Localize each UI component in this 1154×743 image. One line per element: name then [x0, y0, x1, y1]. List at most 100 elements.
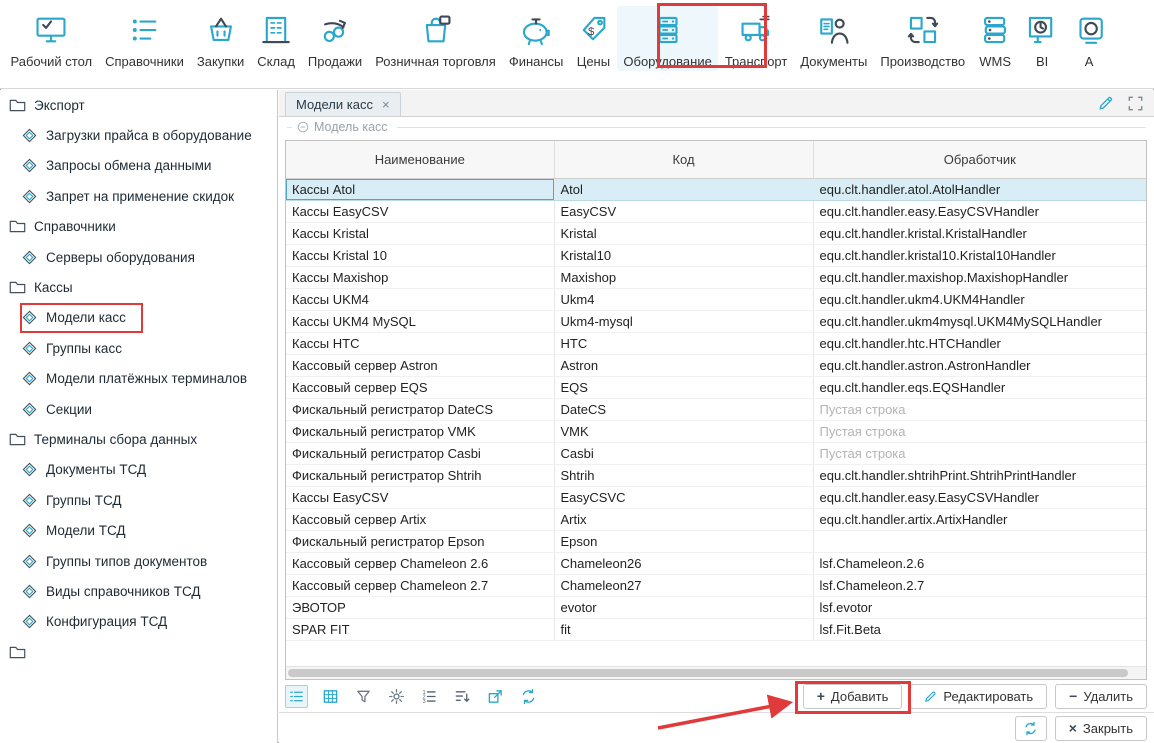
column-header[interactable]: Наименование: [286, 141, 554, 179]
table-row[interactable]: Кассы EasyCSVEasyCSVCequ.clt.handler.eas…: [286, 487, 1146, 509]
table-row[interactable]: Кассы MaxishopMaxishopequ.clt.handler.ma…: [286, 267, 1146, 289]
toolbar-item-prices[interactable]: $Цены: [570, 6, 617, 71]
tree-item-tsd-directory-types[interactable]: Виды справочников ТСД: [0, 576, 277, 606]
pencil-icon: [924, 690, 937, 703]
tree-item-cash-register-groups[interactable]: Группы касс: [0, 333, 277, 363]
table-cell: Shtrih: [554, 465, 813, 487]
toolbar-item-desktop[interactable]: Рабочий стол: [4, 6, 99, 71]
toolbar-item-directories[interactable]: Справочники: [99, 6, 191, 71]
table-row[interactable]: Кассы AtolAtolequ.clt.handler.atol.AtolH…: [286, 179, 1146, 201]
table-cell: Пустая строка: [813, 421, 1146, 443]
toolbar-item-label: BI: [1036, 54, 1048, 69]
toolbar-item-sales[interactable]: Продажи: [301, 6, 368, 71]
finance-icon: [519, 8, 553, 52]
tree-item-equipment-servers[interactable]: Серверы оборудования: [0, 242, 277, 272]
open-in-new-icon[interactable]: [485, 686, 506, 707]
plus-icon: +: [817, 689, 825, 703]
table-row[interactable]: Кассы EasyCSVEasyCSVequ.clt.handler.easy…: [286, 201, 1146, 223]
table-cell: Фискальный регистратор Epson: [286, 531, 554, 553]
tree-item-partial-folder[interactable]: [0, 637, 277, 667]
table-row[interactable]: SPAR FITfitlsf.Fit.Beta: [286, 619, 1146, 641]
tree-item-label: Кассы: [34, 280, 73, 295]
toolbar-item-finance[interactable]: Финансы: [502, 6, 570, 71]
table-row[interactable]: Фискальный регистратор ShtrihShtrihequ.c…: [286, 465, 1146, 487]
production-icon: [906, 8, 940, 52]
numbered-list-icon[interactable]: 123: [419, 686, 440, 707]
record-buttons: + Добавить Редактировать − Удалить: [803, 684, 1147, 709]
toolbar-item-retail[interactable]: Розничная торговля: [369, 6, 503, 71]
table-row[interactable]: Кассы UKM4 MySQLUkm4-mysqlequ.clt.handle…: [286, 311, 1146, 333]
toolbar-item-purchases[interactable]: Закупки: [190, 6, 250, 71]
edit-icon[interactable]: [1098, 95, 1114, 111]
scrollbar-thumb[interactable]: [288, 669, 1128, 677]
table-cell: equ.clt.handler.shtrihPrint.ShtrihPrintH…: [813, 465, 1146, 487]
horizontal-scrollbar[interactable]: [286, 666, 1146, 679]
column-header[interactable]: Обработчик: [813, 141, 1146, 179]
reference-icon: [20, 158, 38, 173]
tree-item-discount-ban[interactable]: Запрет на применение скидок: [0, 181, 277, 211]
panel-legend: Модель касс: [279, 118, 1154, 136]
table-row[interactable]: Кассовый сервер AstronAstronequ.clt.hand…: [286, 355, 1146, 377]
toolbar-item-label: Производство: [880, 54, 965, 69]
toolbar-item-production[interactable]: Производство: [874, 6, 972, 71]
table-row[interactable]: Кассовый сервер EQSEQSequ.clt.handler.eq…: [286, 377, 1146, 399]
tab-close-icon[interactable]: ×: [382, 97, 390, 112]
tree-item-document-type-groups[interactable]: Группы типов документов: [0, 546, 277, 576]
grid-view-icon[interactable]: [320, 686, 341, 707]
toolbar-item-partial[interactable]: А: [1066, 6, 1113, 71]
table-row[interactable]: Фискальный регистратор EpsonEpson: [286, 531, 1146, 553]
table-cell: equ.clt.handler.atol.AtolHandler: [813, 179, 1146, 201]
tree-item-price-uploads[interactable]: Загрузки прайса в оборудование: [0, 120, 277, 150]
table-row[interactable]: Кассовый сервер Chameleon 2.7Chameleon27…: [286, 575, 1146, 597]
toolbar-item-wms[interactable]: WMS: [972, 6, 1019, 71]
table-row[interactable]: Фискальный регистратор DateCSDateCSПуста…: [286, 399, 1146, 421]
toolbar-item-documents[interactable]: Документы: [794, 6, 874, 71]
tab-cash-register-models[interactable]: Модели касс ×: [285, 92, 401, 116]
tree-item-tsd-models[interactable]: Модели ТСД: [0, 515, 277, 545]
table-row[interactable]: Фискальный регистратор VMKVMKПустая стро…: [286, 421, 1146, 443]
table-cell: Фискальный регистратор VMK: [286, 421, 554, 443]
reload-icon[interactable]: [518, 686, 539, 707]
list-view-icon[interactable]: [285, 685, 308, 708]
toolbar-item-transport[interactable]: Транспорт: [718, 6, 794, 71]
tree-item-sections[interactable]: Секции: [0, 394, 277, 424]
sort-list-icon[interactable]: [452, 686, 473, 707]
tree-item-directories[interactable]: Справочники: [0, 212, 277, 242]
tree-item-tsd-documents[interactable]: Документы ТСД: [0, 455, 277, 485]
table-row[interactable]: Кассы Kristal 10Kristal10equ.clt.handler…: [286, 245, 1146, 267]
tree-item-export[interactable]: Экспорт: [0, 90, 277, 120]
settings-icon[interactable]: [386, 686, 407, 707]
toolbar-item-equipment[interactable]: Оборудование: [617, 6, 718, 71]
refresh-button[interactable]: [1015, 716, 1047, 741]
expand-icon[interactable]: [1127, 95, 1144, 112]
table-cell: Кассы UKM4 MySQL: [286, 311, 554, 333]
table-row[interactable]: Кассы KristalKristalequ.clt.handler.kris…: [286, 223, 1146, 245]
tree-item-tsd-configuration[interactable]: Конфигурация ТСД: [0, 607, 277, 637]
tree-item-data-collection-terminals[interactable]: Терминалы сбора данных: [0, 424, 277, 454]
tree-item-label: Модели ТСД: [46, 523, 126, 538]
column-header[interactable]: Код: [554, 141, 813, 179]
tree-item-cash-registers[interactable]: Кассы: [0, 272, 277, 302]
table-row[interactable]: Кассы UKM4Ukm4equ.clt.handler.ukm4.UKM4H…: [286, 289, 1146, 311]
tree-item-tsd-groups[interactable]: Группы ТСД: [0, 485, 277, 515]
toolbar-item-warehouse[interactable]: Склад: [251, 6, 302, 71]
tree-item-payment-terminal-models[interactable]: Модели платёжных терминалов: [0, 364, 277, 394]
table-row[interactable]: ЭВОТОРevotorlsf.evotor: [286, 597, 1146, 619]
edit-button[interactable]: Редактировать: [910, 684, 1047, 709]
table-row[interactable]: Фискальный регистратор CasbiCasbiПустая …: [286, 443, 1146, 465]
tree-item-cash-register-models[interactable]: Модели касс: [0, 303, 277, 333]
delete-button[interactable]: − Удалить: [1055, 684, 1147, 709]
collapse-icon[interactable]: [297, 121, 309, 133]
tree-item-data-exchange-requests[interactable]: Запросы обмена данными: [0, 151, 277, 181]
tree-item-label: Запросы обмена данными: [46, 158, 211, 173]
close-button[interactable]: × Закрыть: [1055, 716, 1147, 741]
table-row[interactable]: Кассовый сервер Chameleon 2.6Chameleon26…: [286, 553, 1146, 575]
filter-icon[interactable]: [353, 686, 374, 707]
toolbar-item-bi[interactable]: BI: [1019, 6, 1066, 71]
table-cell: Пустая строка: [813, 443, 1146, 465]
add-button[interactable]: + Добавить: [803, 684, 903, 709]
table-cell: DateCS: [554, 399, 813, 421]
reference-icon: [20, 250, 38, 265]
table-row[interactable]: Кассы HTCHTCequ.clt.handler.htc.HTCHandl…: [286, 333, 1146, 355]
table-row[interactable]: Кассовый сервер ArtixArtixequ.clt.handle…: [286, 509, 1146, 531]
